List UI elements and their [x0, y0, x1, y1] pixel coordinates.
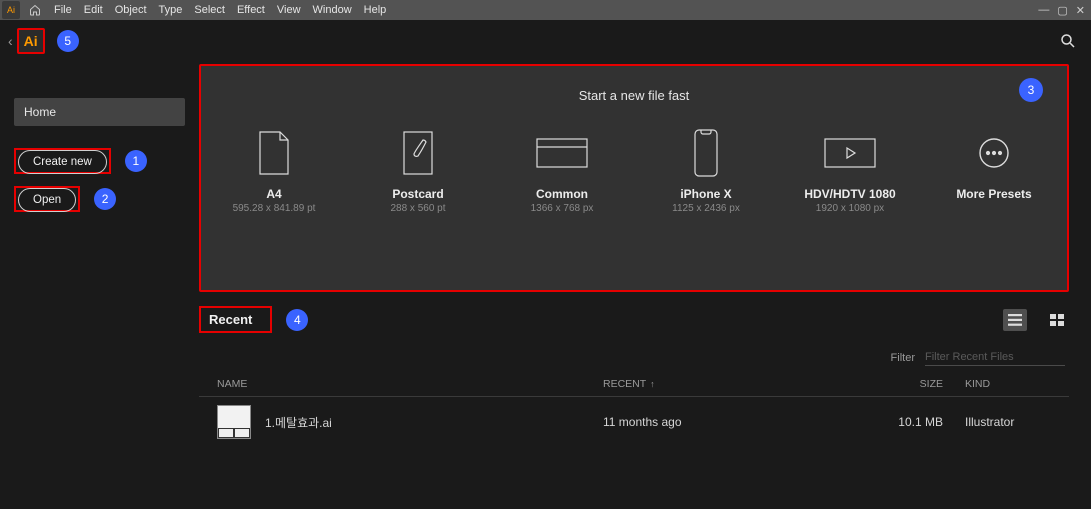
- filter-label: Filter: [891, 352, 915, 364]
- preset-more[interactable]: More Presets: [939, 125, 1049, 214]
- app-icon-small: Ai: [2, 1, 20, 19]
- preset-label: More Presets: [956, 187, 1031, 201]
- preset-dims: 288 x 560 pt: [390, 203, 445, 214]
- preset-label: Postcard: [392, 187, 443, 201]
- col-kind[interactable]: KIND: [943, 378, 1065, 390]
- open-button[interactable]: Open: [18, 188, 76, 212]
- preset-label: A4: [266, 187, 281, 201]
- preset-dims: 595.28 x 841.89 pt: [233, 203, 316, 214]
- file-size: 10.1 MB: [853, 415, 943, 429]
- table-row[interactable]: 1.메탈효과.ai 11 months ago 10.1 MB Illustra…: [199, 397, 1069, 447]
- search-icon[interactable]: [1059, 32, 1077, 50]
- recent-header: Recent 4: [199, 306, 1069, 333]
- more-icon: [977, 125, 1011, 181]
- page-icon: [256, 125, 292, 181]
- sidebar: Home Create new 1 Open 2: [0, 58, 199, 509]
- annotation-5: 5: [57, 30, 79, 52]
- menu-object[interactable]: Object: [115, 4, 147, 16]
- preset-common[interactable]: Common 1366 x 768 px: [507, 125, 617, 214]
- preset-label: HDV/HDTV 1080: [804, 187, 895, 201]
- panel-title: Start a new file fast: [219, 88, 1049, 103]
- preset-hdtv[interactable]: HDV/HDTV 1080 1920 x 1080 px: [795, 125, 905, 214]
- menu-file[interactable]: File: [54, 4, 72, 16]
- menu-effect[interactable]: Effect: [237, 4, 265, 16]
- browser-icon: [535, 125, 589, 181]
- col-recent[interactable]: RECENT↑: [603, 378, 853, 390]
- recent-label: Recent: [199, 306, 272, 333]
- preset-dims: 1920 x 1080 px: [816, 203, 884, 214]
- preset-dims: 1125 x 2436 px: [672, 203, 740, 214]
- preset-dims: 1366 x 768 px: [531, 203, 594, 214]
- new-file-panel: 3 Start a new file fast A4 595.28 x 841.…: [199, 64, 1069, 292]
- home-mini-icon[interactable]: [26, 1, 44, 19]
- create-new-button[interactable]: Create new: [18, 150, 107, 174]
- play-icon: [823, 125, 877, 181]
- col-name[interactable]: NAME: [203, 378, 603, 390]
- grid-view-button[interactable]: [1045, 309, 1069, 331]
- preset-label: Common: [536, 187, 588, 201]
- file-name: 1.메탈효과.ai: [265, 414, 332, 431]
- annotation-2: 2: [94, 188, 116, 210]
- preset-iphonex[interactable]: iPhone X 1125 x 2436 px: [651, 125, 761, 214]
- annotation-box-1: Create new: [14, 148, 111, 174]
- sort-asc-icon: ↑: [650, 379, 655, 389]
- minimize-icon[interactable]: —: [1038, 4, 1049, 17]
- close-icon[interactable]: ✕: [1076, 4, 1085, 17]
- preset-list: A4 595.28 x 841.89 pt Postcard 288 x 560…: [219, 125, 1049, 214]
- list-view-button[interactable]: [1003, 309, 1027, 331]
- menu-window[interactable]: Window: [313, 4, 352, 16]
- col-size[interactable]: SIZE: [853, 378, 943, 390]
- app-logo: Ai: [17, 28, 45, 54]
- back-chevron-icon[interactable]: ‹: [8, 33, 13, 49]
- menu-help[interactable]: Help: [364, 4, 387, 16]
- main-content: 3 Start a new file fast A4 595.28 x 841.…: [199, 58, 1091, 509]
- brush-icon: [401, 125, 435, 181]
- file-kind: Illustrator: [943, 415, 1065, 429]
- file-thumbnail: [217, 405, 251, 439]
- annotation-3: 3: [1019, 78, 1043, 102]
- preset-postcard[interactable]: Postcard 288 x 560 pt: [363, 125, 473, 214]
- app-root: Ai File Edit Object Type Select Effect V…: [0, 0, 1091, 509]
- menu-edit[interactable]: Edit: [84, 4, 103, 16]
- phone-icon: [693, 125, 719, 181]
- sidebar-home[interactable]: Home: [14, 98, 185, 126]
- menu-view[interactable]: View: [277, 4, 301, 16]
- file-recent: 11 months ago: [603, 415, 853, 429]
- annotation-box-2: Open: [14, 186, 80, 212]
- maximize-icon[interactable]: ▢: [1057, 4, 1067, 17]
- preset-label: iPhone X: [680, 187, 731, 201]
- preset-a4[interactable]: A4 595.28 x 841.89 pt: [219, 125, 329, 214]
- filter-row: Filter Filter Recent Files: [199, 333, 1069, 372]
- filter-input[interactable]: Filter Recent Files: [925, 349, 1065, 366]
- table-header: NAME RECENT↑ SIZE KIND: [199, 372, 1069, 397]
- window-controls: — ▢ ✕: [1038, 4, 1091, 17]
- annotation-4: 4: [286, 309, 308, 331]
- menu-type[interactable]: Type: [159, 4, 183, 16]
- annotation-1: 1: [125, 150, 147, 172]
- menu-bar: Ai File Edit Object Type Select Effect V…: [0, 0, 1091, 20]
- menu-select[interactable]: Select: [194, 4, 225, 16]
- top-row: ‹ Ai 5: [0, 20, 1091, 58]
